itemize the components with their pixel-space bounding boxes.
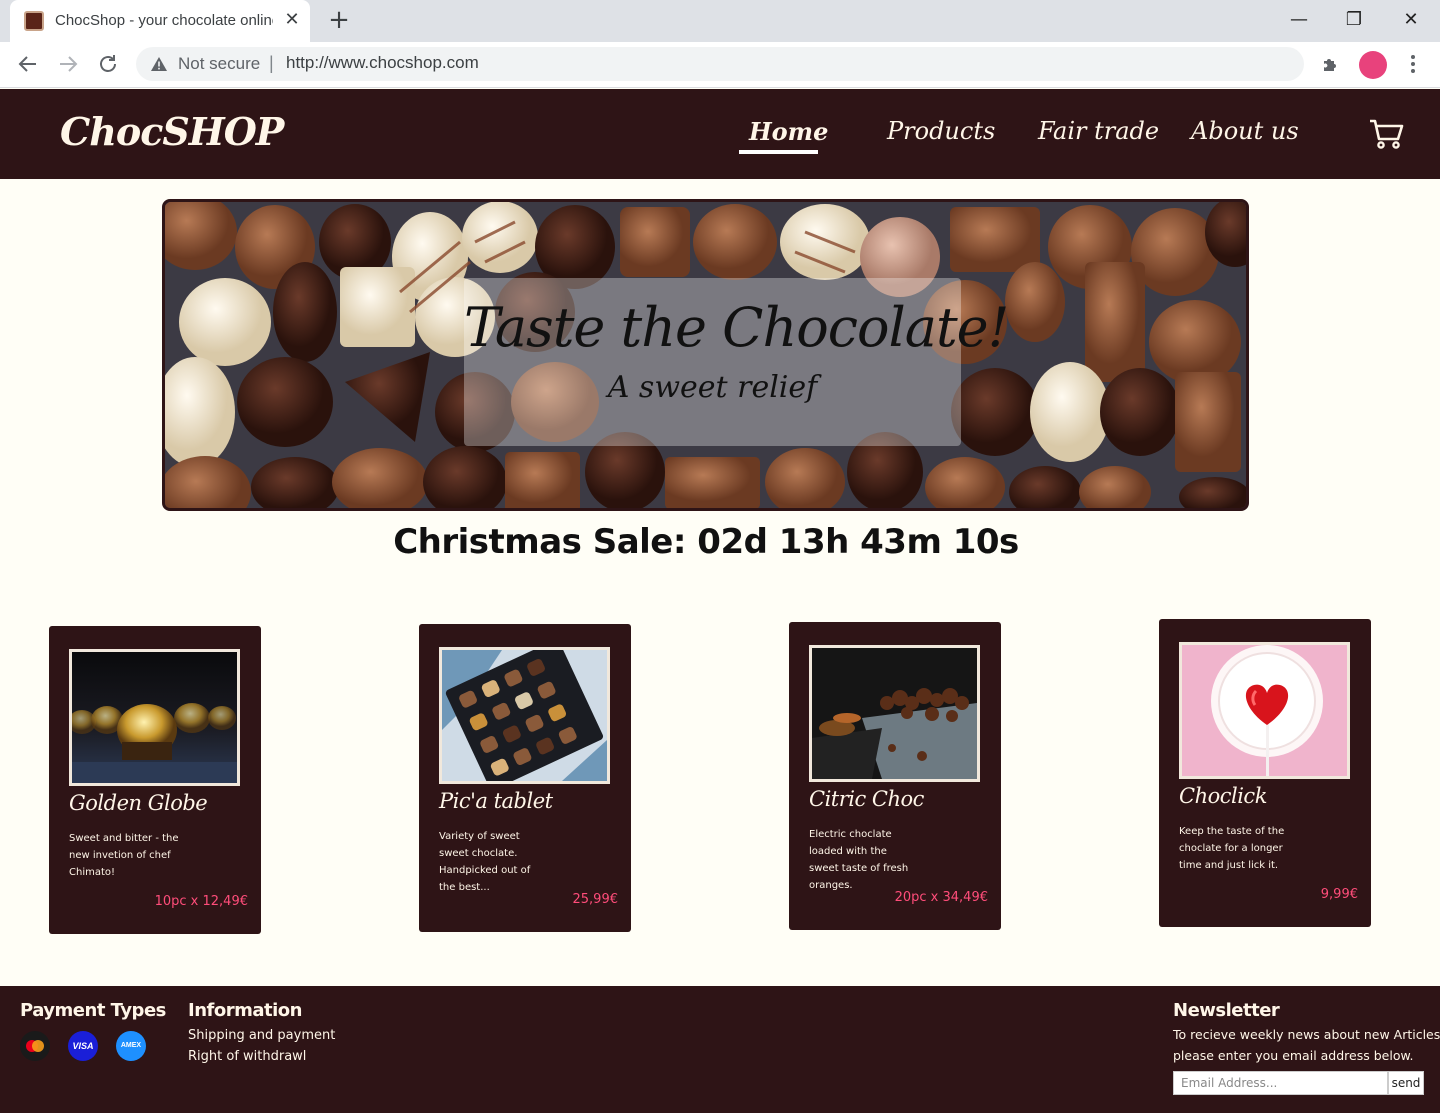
reload-icon[interactable] xyxy=(94,50,122,78)
payment-types-heading: Payment Types xyxy=(20,1000,166,1021)
product-image xyxy=(69,649,240,786)
hero-subtitle: A sweet relief xyxy=(607,370,818,405)
newsletter-email-input[interactable] xyxy=(1173,1071,1388,1095)
shipping-payment-link[interactable]: Shipping and payment xyxy=(188,1028,335,1043)
product-description: Sweet and bitter - the new invetion of c… xyxy=(69,833,179,878)
site-logo[interactable]: ChocSHOP xyxy=(60,109,284,154)
product-card[interactable]: Golden Globe Sweet and bitter - the new … xyxy=(49,626,261,934)
browser-tab[interactable]: ChocShop - your chocolate online shop ✕ xyxy=(10,0,310,42)
product-card[interactable]: Citric Choc Electric choclate loaded wit… xyxy=(789,622,1001,930)
visa-icon: VISA xyxy=(68,1031,98,1061)
product-price: 10pc x 12,49€ xyxy=(154,894,248,909)
information-heading: Information xyxy=(188,1000,302,1021)
product-description: Electric choclate loaded with the sweet … xyxy=(809,829,909,891)
hero-title: Taste the Chocolate! xyxy=(464,296,1009,359)
product-description: Keep the taste of the choclate for a lon… xyxy=(1179,826,1285,871)
nav-fair-trade[interactable]: Fair trade xyxy=(1038,117,1159,145)
tab-close-icon[interactable]: ✕ xyxy=(282,9,302,31)
nav-home[interactable]: Home xyxy=(749,117,828,146)
mastercard-icon xyxy=(20,1031,50,1061)
newsletter-text-line2: please enter you email address below. xyxy=(1173,1048,1414,1063)
minimize-button[interactable]: — xyxy=(1284,6,1314,34)
product-price: 20pc x 34,49€ xyxy=(894,890,988,905)
product-card[interactable]: Pic'a tablet Variety of sweet sweet choc… xyxy=(419,624,631,932)
address-bar: Not secure | http://www.chocshop.com xyxy=(0,42,1440,88)
active-nav-indicator xyxy=(739,150,818,154)
browser-menu-icon[interactable] xyxy=(1404,50,1422,78)
url-omnibox[interactable]: Not secure | http://www.chocshop.com xyxy=(136,47,1304,81)
right-of-withdrawal-link[interactable]: Right of withdrawl xyxy=(188,1049,306,1064)
product-image xyxy=(1179,642,1350,779)
product-image xyxy=(439,647,610,784)
sale-countdown: Christmas Sale: 02d 13h 43m 10s xyxy=(393,522,1019,562)
product-name[interactable]: Citric Choc xyxy=(809,787,924,811)
security-label: Not secure xyxy=(178,54,261,73)
url-text[interactable]: http://www.chocshop.com xyxy=(286,53,479,73)
product-name[interactable]: Golden Globe xyxy=(69,791,208,815)
forward-arrow-icon[interactable] xyxy=(54,50,82,78)
extensions-puzzle-icon[interactable] xyxy=(1320,53,1342,75)
hero-banner: Taste the Chocolate! A sweet relief xyxy=(162,199,1249,511)
newsletter-text-line1: To recieve weekly news about new Article… xyxy=(1173,1027,1440,1042)
product-name[interactable]: Pic'a tablet xyxy=(439,789,553,813)
nav-about-us[interactable]: About us xyxy=(1191,117,1299,145)
nav-products[interactable]: Products xyxy=(887,117,995,145)
shopping-cart-icon[interactable] xyxy=(1368,118,1404,150)
site-favicon-icon xyxy=(24,11,44,31)
close-window-button[interactable]: ✕ xyxy=(1396,6,1426,34)
product-name[interactable]: Choclick xyxy=(1179,784,1267,808)
warning-icon xyxy=(150,56,168,72)
site-footer: Payment Types VISA AMEX Information Ship… xyxy=(0,986,1440,1113)
product-description: Variety of sweet sweet choclate. Handpic… xyxy=(439,831,531,893)
product-card[interactable]: Choclick Keep the taste of the choclate … xyxy=(1159,619,1371,927)
newsletter-heading: Newsletter xyxy=(1173,1000,1280,1021)
product-image xyxy=(809,645,980,782)
visa-logo-text: VISA xyxy=(72,1041,94,1051)
hero-caption-box: Taste the Chocolate! A sweet relief xyxy=(464,278,1009,446)
site-header: ChocSHOP Home Products Fair trade About … xyxy=(0,89,1440,179)
amex-icon: AMEX xyxy=(116,1031,146,1061)
maximize-button[interactable]: ❐ xyxy=(1339,6,1369,34)
profile-avatar[interactable] xyxy=(1359,51,1387,79)
tab-title: ChocShop - your chocolate online shop xyxy=(55,12,273,29)
omnibox-separator: | xyxy=(269,53,274,73)
back-arrow-icon[interactable] xyxy=(14,50,42,78)
product-price: 25,99€ xyxy=(572,892,619,907)
amex-logo-text: AMEX xyxy=(120,1042,142,1049)
product-price: 9,99€ xyxy=(1320,887,1358,902)
browser-tab-bar: ChocShop - your chocolate online shop ✕ … xyxy=(0,0,1440,42)
new-tab-button[interactable]: + xyxy=(326,6,352,34)
newsletter-send-button[interactable]: send xyxy=(1388,1071,1424,1095)
